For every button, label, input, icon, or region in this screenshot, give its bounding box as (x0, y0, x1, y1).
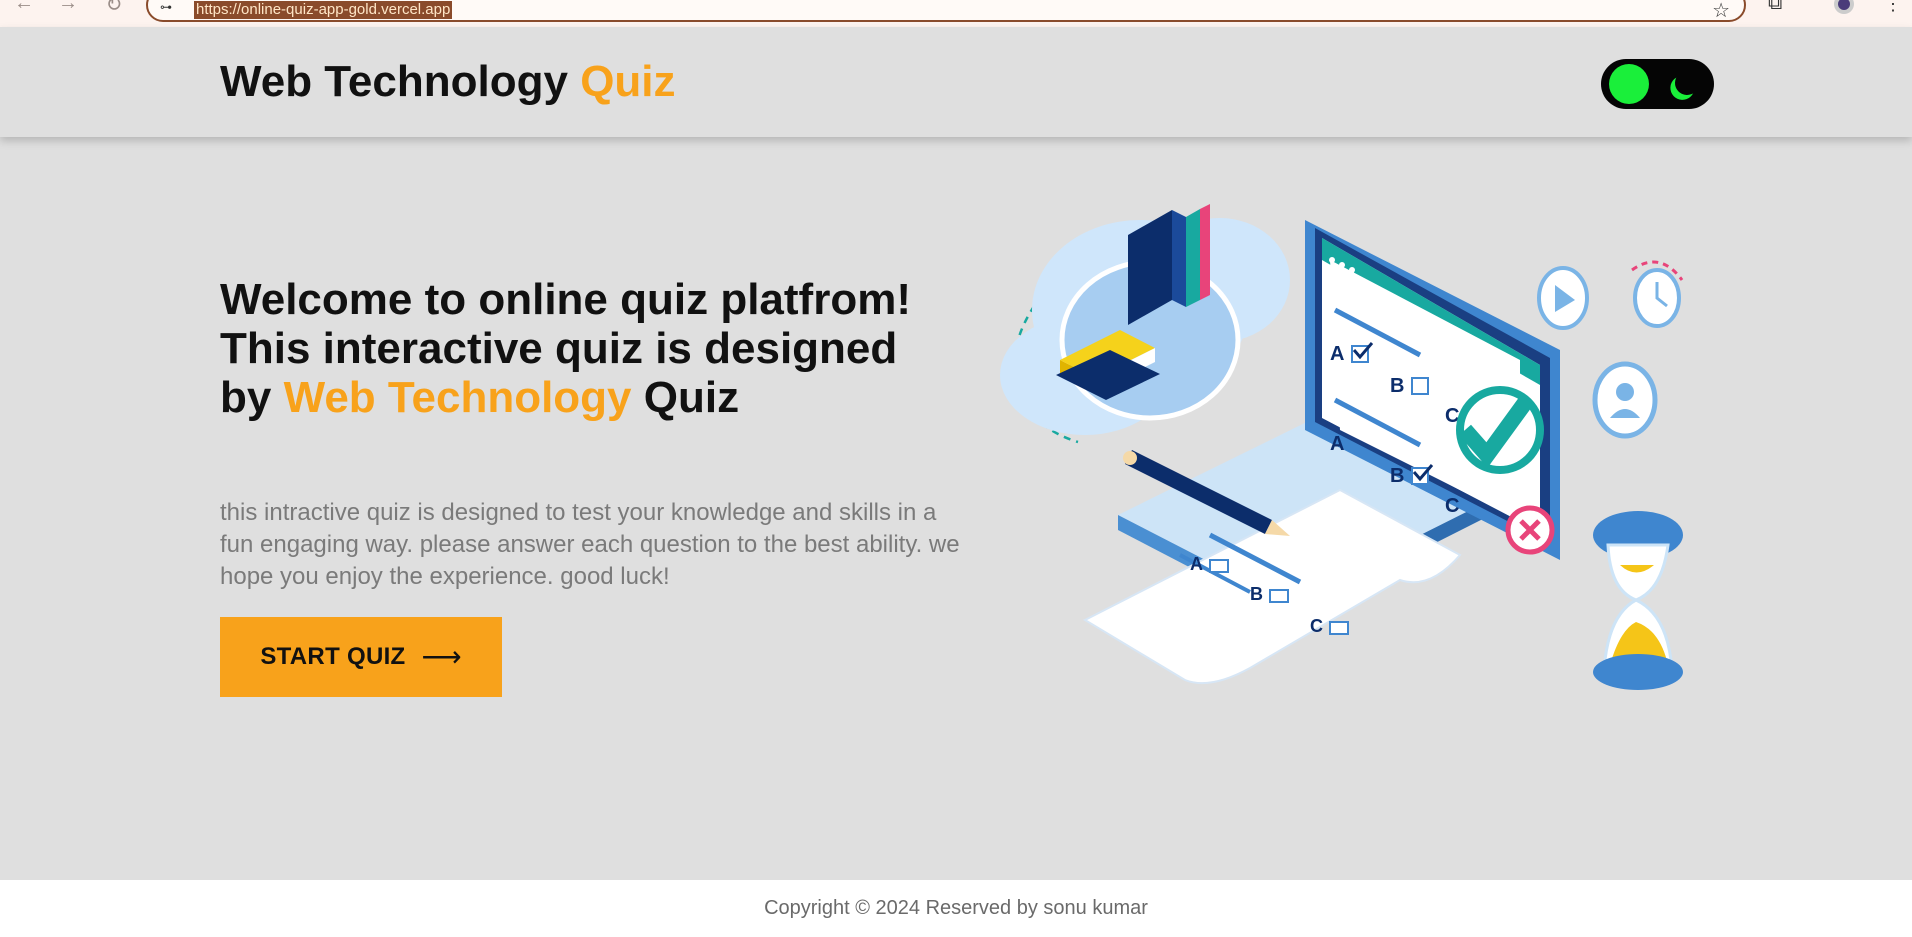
site-info-icon[interactable]: ⊶ (160, 0, 172, 14)
toggle-knob (1609, 64, 1649, 104)
play-icon (1537, 266, 1589, 330)
profile-avatar[interactable] (1834, 0, 1854, 14)
answer-letter-a: A (1330, 343, 1344, 365)
back-icon[interactable]: ← (12, 0, 36, 15)
moon-icon (1672, 68, 1703, 99)
extensions-icon[interactable]: ⧉ (1768, 0, 1782, 15)
answer-letter-b: B (1390, 375, 1404, 397)
browser-menu-icon[interactable]: ⋮ (1884, 0, 1902, 15)
svg-text:B: B (1390, 465, 1404, 487)
logo-accent-text: Quiz (580, 57, 676, 106)
svg-text:C: C (1445, 495, 1459, 517)
clock-icon (1631, 260, 1684, 328)
site-header: Web Technology Quiz (0, 27, 1912, 137)
reload-icon[interactable]: ↻ (102, 0, 126, 17)
url-text[interactable]: https://online-quiz-app-gold.vercel.app (194, 1, 453, 19)
copyright-text: Copyright © 2024 Reserved by sonu kumar (764, 897, 1148, 919)
site-logo[interactable]: Web Technology Quiz (220, 57, 676, 107)
wrong-badge-icon (1505, 505, 1555, 555)
svg-text:A: A (1190, 554, 1203, 574)
hero-title-part2: Quiz (631, 373, 740, 422)
hero-title-accent: Web Technology (283, 373, 632, 422)
forward-icon[interactable]: → (56, 0, 80, 15)
address-bar[interactable]: ⊶ https://online-quiz-app-gold.vercel.ap… (146, 0, 1746, 22)
browser-toolbar: ← → ↻ ⊶ https://online-quiz-app-gold.ver… (0, 0, 1912, 27)
bookmark-star-icon[interactable]: ☆ (1712, 0, 1730, 23)
site-footer: Copyright © 2024 Reserved by sonu kumar (0, 880, 1912, 937)
hourglass-icon (1593, 511, 1683, 690)
hero-title: Welcome to online quiz platfrom! This in… (220, 275, 960, 422)
arrow-right-icon: ⟶ (421, 641, 462, 672)
quiz-illustration: A B C A B C A B C (1000, 204, 1684, 690)
user-icon (1592, 361, 1658, 439)
theme-toggle[interactable] (1601, 59, 1714, 109)
hero-description: this intractive quiz is designed to test… (220, 499, 960, 590)
logo-main-text: Web Technology (220, 57, 568, 106)
start-quiz-button[interactable]: START QUIZ ⟶ (220, 617, 502, 697)
svg-text:A: A (1330, 433, 1344, 455)
svg-text:B: B (1250, 584, 1263, 604)
svg-text:C: C (1310, 616, 1323, 636)
start-quiz-label: START QUIZ (260, 643, 406, 670)
